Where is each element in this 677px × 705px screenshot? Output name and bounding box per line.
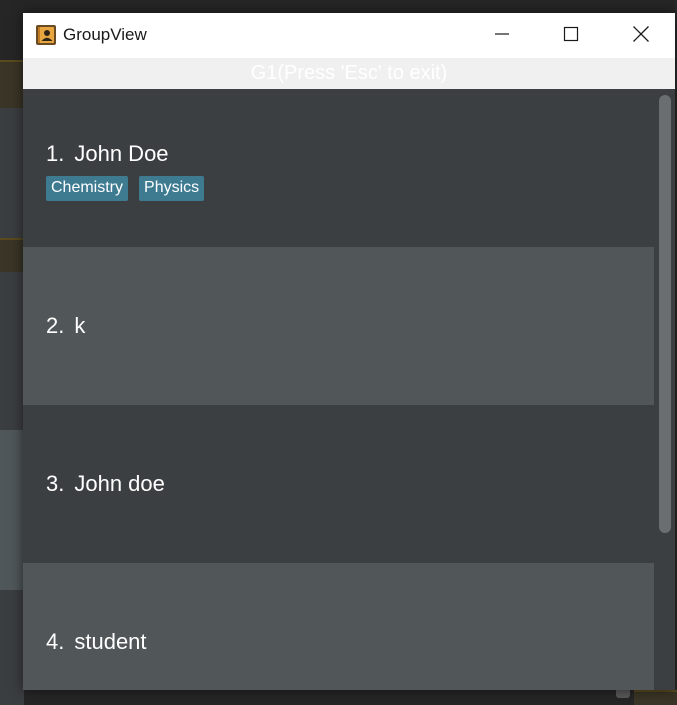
person-index: 2. <box>46 313 65 338</box>
person-index: 4. <box>46 629 65 654</box>
person-name: 1. John Doe <box>46 141 169 167</box>
person-name-text: student <box>74 629 147 654</box>
vertical-scrollbar[interactable] <box>654 89 675 690</box>
background-header-strip <box>0 60 24 108</box>
person-card[interactable]: 2. k <box>23 247 654 405</box>
tag-chemistry: Chemistry <box>46 176 129 201</box>
maximize-button[interactable] <box>548 13 594 58</box>
groupview-window: GroupView G1(Press 'Esc' to exit) 1.Joh <box>23 13 675 690</box>
person-index: 1. <box>46 141 65 166</box>
contact-book-icon <box>35 24 57 46</box>
background-panel <box>0 272 24 430</box>
person-name-text: John Doe <box>74 141 169 166</box>
person-index: 3. <box>46 471 65 496</box>
background-panel <box>0 430 24 590</box>
minimize-button[interactable] <box>479 13 525 58</box>
background-panel <box>0 590 24 705</box>
scrollbar-thumb[interactable] <box>659 95 671 533</box>
close-button[interactable] <box>618 13 664 58</box>
background-panel <box>0 108 24 238</box>
background-header-strip <box>634 690 677 705</box>
person-list[interactable]: 1. John Doe Chemistry Physics 2. k 3. John … <box>23 89 654 690</box>
minimize-icon <box>494 26 510 46</box>
person-card[interactable]: 3. John doe <box>23 405 654 563</box>
title-bar[interactable]: GroupView <box>23 13 675 58</box>
tag-physics: Physics <box>139 176 205 201</box>
tag-list: Chemistry Physics <box>46 176 205 201</box>
person-card[interactable]: 4. student <box>23 563 654 690</box>
person-name-text: k <box>74 313 86 338</box>
person-name: 3. John doe <box>46 471 165 497</box>
person-card[interactable]: 1. John Doe Chemistry Physics <box>23 89 654 247</box>
person-name: 4. student <box>46 629 147 655</box>
group-header: G1(Press 'Esc' to exit) <box>23 58 675 89</box>
window-title: GroupView <box>63 25 147 44</box>
close-icon <box>632 25 650 47</box>
person-name-text: John doe <box>74 471 165 496</box>
maximize-icon <box>563 26 579 46</box>
background-header-strip <box>0 238 24 272</box>
person-name: 2. k <box>46 313 85 339</box>
group-header-text: G1(Press 'Esc' to exit) <box>250 62 448 84</box>
